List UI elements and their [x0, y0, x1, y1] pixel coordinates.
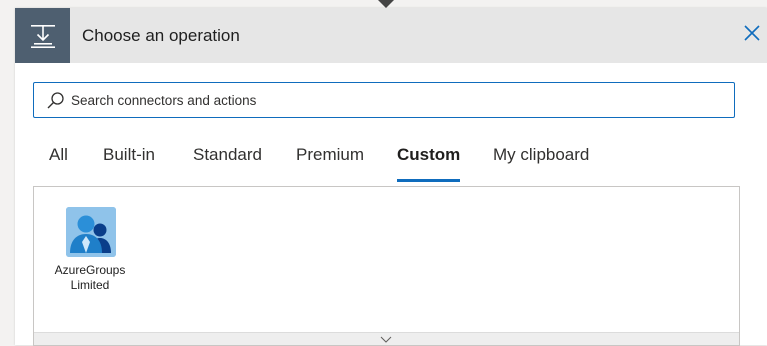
tab-premium[interactable]: Premium	[296, 144, 364, 166]
search-input[interactable]	[71, 83, 721, 117]
card-header: Choose an operation	[15, 8, 767, 63]
page-title: Choose an operation	[82, 26, 240, 45]
search-icon	[47, 92, 64, 109]
connector-name-line1: AzureGroups	[54, 263, 126, 277]
tab-my-clipboard[interactable]: My clipboard	[493, 144, 589, 166]
tab-custom-label: Custom	[397, 145, 461, 164]
connector-label: AzureGroups Limited	[44, 263, 136, 293]
active-tab-indicator	[397, 179, 461, 182]
tab-standard[interactable]: Standard	[193, 144, 262, 166]
operation-icon	[15, 8, 70, 63]
users-icon	[66, 207, 116, 257]
operation-picker-card: Choose an operation All Built-in Standar…	[15, 8, 767, 346]
search-box[interactable]	[33, 82, 735, 118]
tab-all[interactable]: All	[49, 144, 68, 166]
connector-name-line2: Limited	[70, 278, 110, 292]
tab-built-in[interactable]: Built-in	[103, 144, 155, 166]
tab-custom[interactable]: Custom	[397, 144, 461, 182]
connector-arrow-icon	[378, 0, 394, 8]
connector-results: AzureGroups Limited	[33, 186, 740, 346]
close-icon[interactable]	[741, 22, 763, 44]
expand-results-bar[interactable]	[34, 332, 739, 345]
chevron-down-icon	[380, 336, 392, 343]
